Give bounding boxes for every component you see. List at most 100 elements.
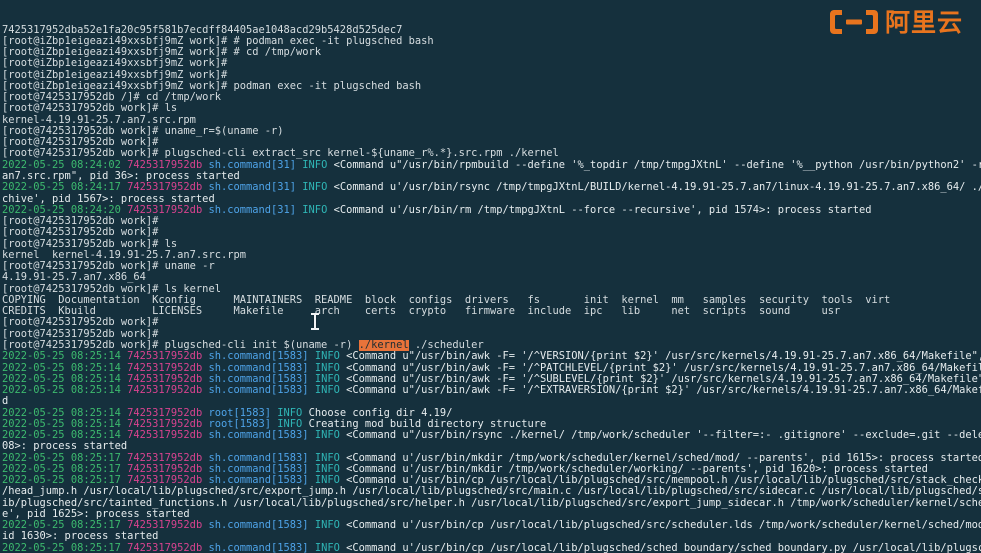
terminal-line: an7.src.rpm", pid 36>: process started [2,171,981,182]
terminal-output: 7425317952dba52e1fa20c95f581b7ecdff84405… [2,25,981,553]
terminal-text: <Command u"/usr/bin/rpmbuild --define '%… [333,159,981,171]
terminal-text: root[1583] [208,418,278,430]
terminal-text: root[1583] [208,407,278,419]
terminal-text: INFO [314,362,347,374]
terminal-line: 2022-05-25 08:25:17 7425317952db sh.comm… [2,543,981,553]
terminal-text: sh.command[31] [208,182,303,194]
terminal-window[interactable]: 7425317952dba52e1fa20c95f581b7ecdff84405… [0,0,981,553]
terminal-text: <Command u"/usr/bin/awk -F= '/^SUBLEVEL/… [346,373,981,385]
terminal-text: <Command u"/usr/bin/awk -F= '/^PATCHLEVE… [346,362,981,374]
terminal-text: INFO [314,520,347,532]
terminal-text: INFO [314,452,347,464]
terminal-text: 7425317952db [127,430,209,442]
terminal-text: sh.command[1583] [208,542,315,553]
terminal-line: kernel-4.19.91-25.7.an7.src.rpm [2,115,981,126]
terminal-text: 2022-05-25 08:25:14 [2,418,128,430]
terminal-line: 2022-05-25 08:24:02 7425317952db sh.comm… [2,160,981,171]
terminal-text: Creating mod build directory structure [308,418,547,430]
terminal-text: [root@iZbp1eigeazi49xxsbfj9mZ work]# [2,69,228,81]
terminal-line: 2022-05-25 08:25:17 7425317952db sh.comm… [2,520,981,531]
terminal-line: 2022-05-25 08:25:14 7425317952db sh.comm… [2,374,981,385]
terminal-text: INFO [314,373,347,385]
terminal-text: 7425317952db [127,418,209,430]
terminal-text: INFO [314,351,347,363]
terminal-line: 2022-05-25 08:25:14 7425317952db root[15… [2,419,981,430]
terminal-text: sh.command[1583] [208,373,315,385]
terminal-text: INFO [277,407,309,419]
terminal-text: 2022-05-25 08:25:17 [2,542,128,553]
terminal-text: INFO [302,182,334,194]
terminal-text: 7425317952db [127,385,209,397]
terminal-text: [root@7425317952db work]# uname -r [2,261,215,273]
terminal-text: [root@7425317952db work]# [2,227,159,239]
terminal-line: chive', pid 1567>: process started [2,194,981,205]
terminal-text: <Command u"/usr/bin/rsync ./kernel/ /tmp… [346,430,981,442]
terminal-text: [root@iZbp1eigeazi49xxsbfj9mZ work]# # c… [2,47,322,59]
terminal-line: id 1630>: process started [2,531,981,542]
terminal-text: [root@7425317952db work]# plugsched-cli … [2,339,359,351]
terminal-text: 08>: process started [2,441,128,453]
selected-text[interactable]: ./kernel [358,339,409,351]
terminal-text: 7425317952db [127,182,209,194]
terminal-text: 2022-05-25 08:25:14 [2,385,128,397]
terminal-text: 2022-05-25 08:25:17 [2,452,128,464]
terminal-line: [root@7425317952db work]# plugsched-cli … [2,339,981,351]
terminal-line: 4.19.91-25.7.an7.x86_64 [2,272,981,283]
terminal-text: 7425317952db [127,407,209,419]
terminal-text: 7425317952db [127,452,209,464]
terminal-text: kernel-4.19.91-25.7.an7.src.rpm [2,114,196,126]
terminal-line: e', pid 1625>: process started [2,509,981,520]
terminal-text: INFO [302,159,334,171]
terminal-text: 2022-05-25 08:24:20 [2,204,128,216]
terminal-text: an7.src.rpm", pid 36>: process started [2,170,240,182]
terminal-line: [root@iZbp1eigeazi49xxsbfj9mZ work]# # p… [2,36,981,47]
terminal-line: 2022-05-25 08:25:17 7425317952db sh.comm… [2,475,981,486]
terminal-line: [root@iZbp1eigeazi49xxsbfj9mZ work]# # c… [2,47,981,58]
terminal-text: sh.command[1583] [208,362,315,374]
terminal-text: sh.command[1583] [208,351,315,363]
terminal-line: kernel kernel-4.19.91-25.7.an7.src.rpm [2,250,981,261]
terminal-text: sh.command[1583] [208,430,315,442]
terminal-text: id 1630>: process started [2,531,159,543]
terminal-line: [root@7425317952db /]# cd /tmp/work [2,92,981,103]
terminal-text: sh.command[31] [208,204,303,216]
terminal-text: <Command u"/usr/bin/awk -F= '/^VERSION/{… [346,351,981,363]
terminal-text: 7425317952db [127,463,209,475]
terminal-text: sh.command[1583] [208,463,315,475]
terminal-text: <Command u'/usr/bin/rsync /tmp/tmpgJXtnL… [333,182,981,194]
terminal-text: sh.command[1583] [208,385,315,397]
terminal-text: [root@7425317952db work]# plugsched-cli … [2,148,559,160]
terminal-line: 2022-05-25 08:25:17 7425317952db sh.comm… [2,453,981,464]
terminal-text: COPYING Documentation Kconfig MAINTAINER… [2,294,891,306]
terminal-line: [root@iZbp1eigeazi49xxsbfj9mZ work]# [2,58,981,69]
terminal-text: [root@7425317952db work]# [2,328,159,340]
terminal-text: 7425317952db [127,351,209,363]
terminal-text: 2022-05-25 08:25:14 [2,407,128,419]
terminal-line: [root@7425317952db work]# ls [2,239,981,250]
terminal-text: kernel kernel-4.19.91-25.7.an7.src.rpm [2,249,246,261]
terminal-text: 2022-05-25 08:24:17 [2,182,128,194]
terminal-line: 2022-05-25 08:24:17 7425317952db sh.comm… [2,182,981,193]
terminal-text: [root@iZbp1eigeazi49xxsbfj9mZ work]# # p… [2,35,434,47]
terminal-line: [root@7425317952db work]# ls kernel [2,284,981,295]
terminal-text: [root@7425317952db /]# cd /tmp/work [2,92,221,104]
terminal-text: [root@7425317952db work]# [2,137,159,149]
terminal-line: [root@7425317952db work]# ls [2,103,981,114]
text-cursor-ibeam [311,313,319,330]
terminal-text: 2022-05-25 08:25:14 [2,430,128,442]
terminal-line: 2022-05-25 08:25:14 7425317952db sh.comm… [2,363,981,374]
terminal-line: [root@7425317952db work]# uname_r=$(unam… [2,126,981,137]
terminal-line: 2022-05-25 08:25:14 7425317952db sh.comm… [2,385,981,396]
terminal-line: 2022-05-25 08:25:14 7425317952db sh.comm… [2,351,981,362]
terminal-text: 4.19.91-25.7.an7.x86_64 [2,272,146,284]
terminal-text: d [2,396,9,408]
terminal-text: 7425317952db [127,542,209,553]
terminal-text: 7425317952db [127,520,209,532]
terminal-line: [root@7425317952db work]# [2,216,981,227]
terminal-text: sh.command[1583] [208,475,315,487]
terminal-line: COPYING Documentation Kconfig MAINTAINER… [2,295,981,306]
terminal-line: 08>: process started [2,441,981,452]
terminal-text: 7425317952db [127,362,209,374]
terminal-line: 2022-05-25 08:25:14 7425317952db root[15… [2,408,981,419]
terminal-line: CREDITS Kbuild LICENSES Makefile arch ce… [2,306,981,317]
